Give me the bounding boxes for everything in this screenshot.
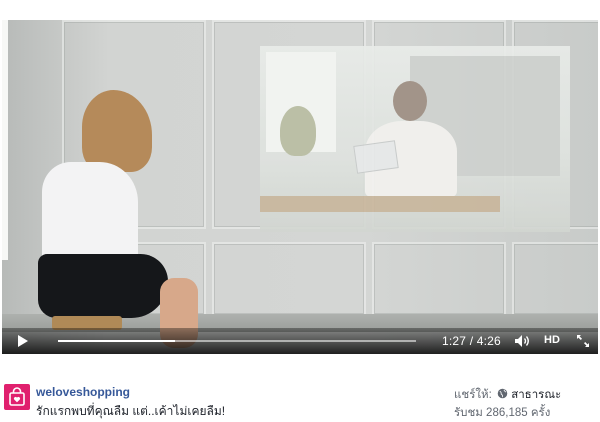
video-frame [2,20,598,354]
tablet [353,140,399,174]
view-count: รับชม 286,185 ครั้ง [454,407,551,419]
share-info: แชร์ให้: สาธารณะ [454,386,561,404]
seek-bar[interactable] [58,340,416,342]
fullscreen-icon[interactable] [576,334,590,348]
wall-panel [512,242,598,316]
globe-icon [497,388,508,399]
wall-panel [212,242,366,316]
play-icon[interactable] [18,335,28,347]
post-caption: รักแรกพบที่คุณลืม แต่..เค้าไม่เคยลืม! [36,404,226,418]
seek-progress [58,340,176,342]
post-footer: weloveshopping รักแรกพบที่คุณลืม แต่..เค… [0,376,600,422]
girl-shirt [42,162,138,262]
seated-girl [32,90,202,350]
projected-plant [280,106,316,156]
girl-hair [82,90,152,172]
hd-toggle[interactable]: HD [544,334,560,346]
time-display: 1:27 / 4:26 [442,334,501,348]
video-post-card: 1:27 / 4:26 HD weloveshopping รักแรกพบที… [0,0,600,422]
audience-label[interactable]: สาธารณะ [511,389,561,401]
projected-person [353,81,465,197]
girl-skirt [38,254,168,318]
share-label: แชร์ให้: [454,389,492,401]
shopping-bag-heart-icon[interactable] [4,384,30,410]
video-controls: 1:27 / 4:26 HD [2,328,598,354]
video-player[interactable]: 1:27 / 4:26 HD [2,20,598,354]
page-name-link[interactable]: weloveshopping [36,385,130,399]
light-strip [2,20,8,260]
projected-scene [260,46,570,232]
volume-icon[interactable] [514,334,530,348]
wall-panel [372,242,506,316]
projected-table [260,196,500,212]
person-head [393,81,427,121]
